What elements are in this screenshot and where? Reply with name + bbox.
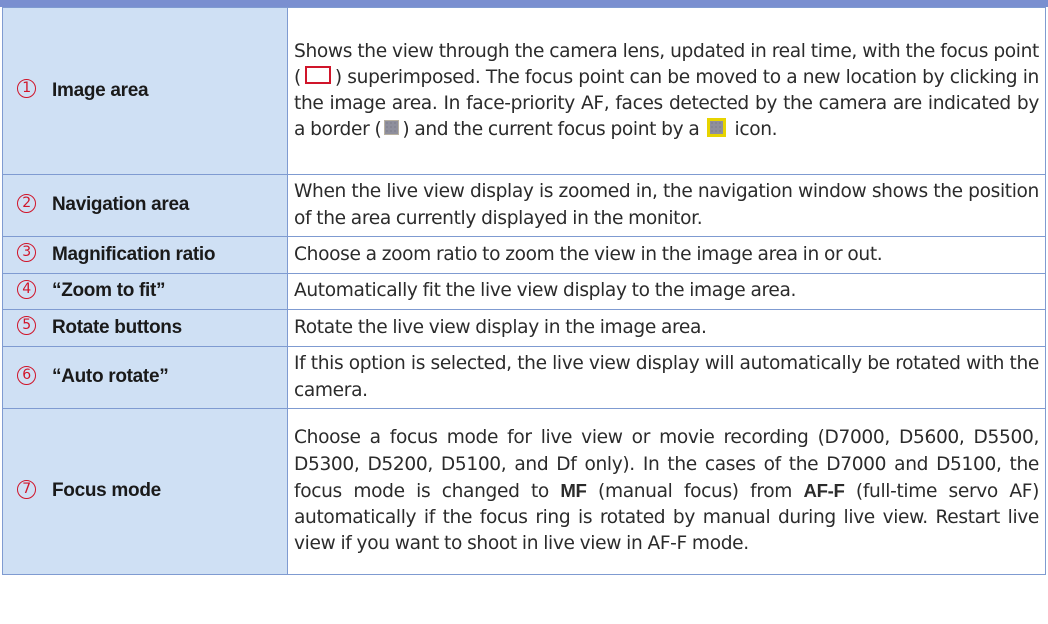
table-row: 6 “Auto rotate” If this option is selecte… — [2, 346, 1046, 409]
spec-table: 1 Image area Shows the view through the c… — [2, 7, 1046, 575]
row-description: Choose a zoom ratio to zoom the view in … — [287, 236, 1046, 274]
desc-text: (manual focus) from — [586, 480, 804, 502]
row-description: Choose a focus mode for live view or mov… — [287, 408, 1046, 575]
row-label-focus-mode: 7 Focus mode — [2, 408, 288, 575]
row-number-badge: 5 — [17, 316, 36, 336]
row-number-badge: 2 — [17, 193, 36, 213]
face-focus-point-icon — [707, 118, 727, 138]
row-description: When the live view display is zoomed in,… — [287, 174, 1046, 237]
term-af-f: AF-F — [803, 479, 845, 501]
row-label-text: “Auto rotate” — [52, 366, 169, 388]
row-label-text: Focus mode — [52, 480, 161, 502]
term-mf: MF — [560, 479, 587, 501]
row-label-auto-rotate: 6 “Auto rotate” — [2, 346, 288, 409]
top-rule — [0, 0, 1048, 7]
desc-text: icon. — [729, 119, 778, 141]
row-description: Rotate the live view display in the imag… — [287, 309, 1046, 347]
row-number-badge: 3 — [17, 243, 36, 263]
row-description: Shows the view through the camera lens, … — [287, 7, 1046, 175]
row-label-text: “Zoom to fit” — [52, 280, 166, 302]
row-label-text: Magnification ratio — [52, 243, 216, 265]
face-border-icon — [384, 120, 400, 136]
row-label-image-area: 1 Image area — [2, 7, 288, 175]
row-label-zoom-to-fit: 4 “Zoom to fit” — [2, 273, 288, 310]
focus-point-icon — [304, 66, 331, 85]
row-label-text: Navigation area — [52, 194, 189, 216]
row-label-navigation-area: 2 Navigation area — [2, 174, 288, 237]
row-description: Automatically fit the live view display … — [287, 273, 1046, 310]
desc-text: ) and the current focus point by a — [402, 119, 705, 141]
row-number-badge: 7 — [17, 479, 36, 499]
table-row: 2 Navigation area When the live view disp… — [2, 174, 1046, 237]
row-number-badge: 4 — [17, 279, 36, 299]
row-number-badge: 6 — [17, 365, 36, 385]
row-label-rotate-buttons: 5 Rotate buttons — [2, 309, 288, 347]
table-row: 1 Image area Shows the view through the c… — [2, 7, 1046, 175]
row-label-magnification-ratio: 3 Magnification ratio — [2, 236, 288, 274]
table-row: 3 Magnification ratio Choose a zoom ratio… — [2, 236, 1046, 274]
table-row: 5 Rotate buttons Rotate the live view dis… — [2, 309, 1046, 347]
table-row: 7 Focus mode Choose a focus mode for live… — [2, 408, 1046, 575]
row-number-badge: 1 — [17, 79, 36, 99]
table-row: 4 “Zoom to fit” Automatically fit the liv… — [2, 273, 1046, 310]
row-label-text: Rotate buttons — [52, 316, 182, 338]
row-label-text: Image area — [52, 79, 149, 101]
row-description: If this option is selected, the live vie… — [287, 346, 1046, 409]
